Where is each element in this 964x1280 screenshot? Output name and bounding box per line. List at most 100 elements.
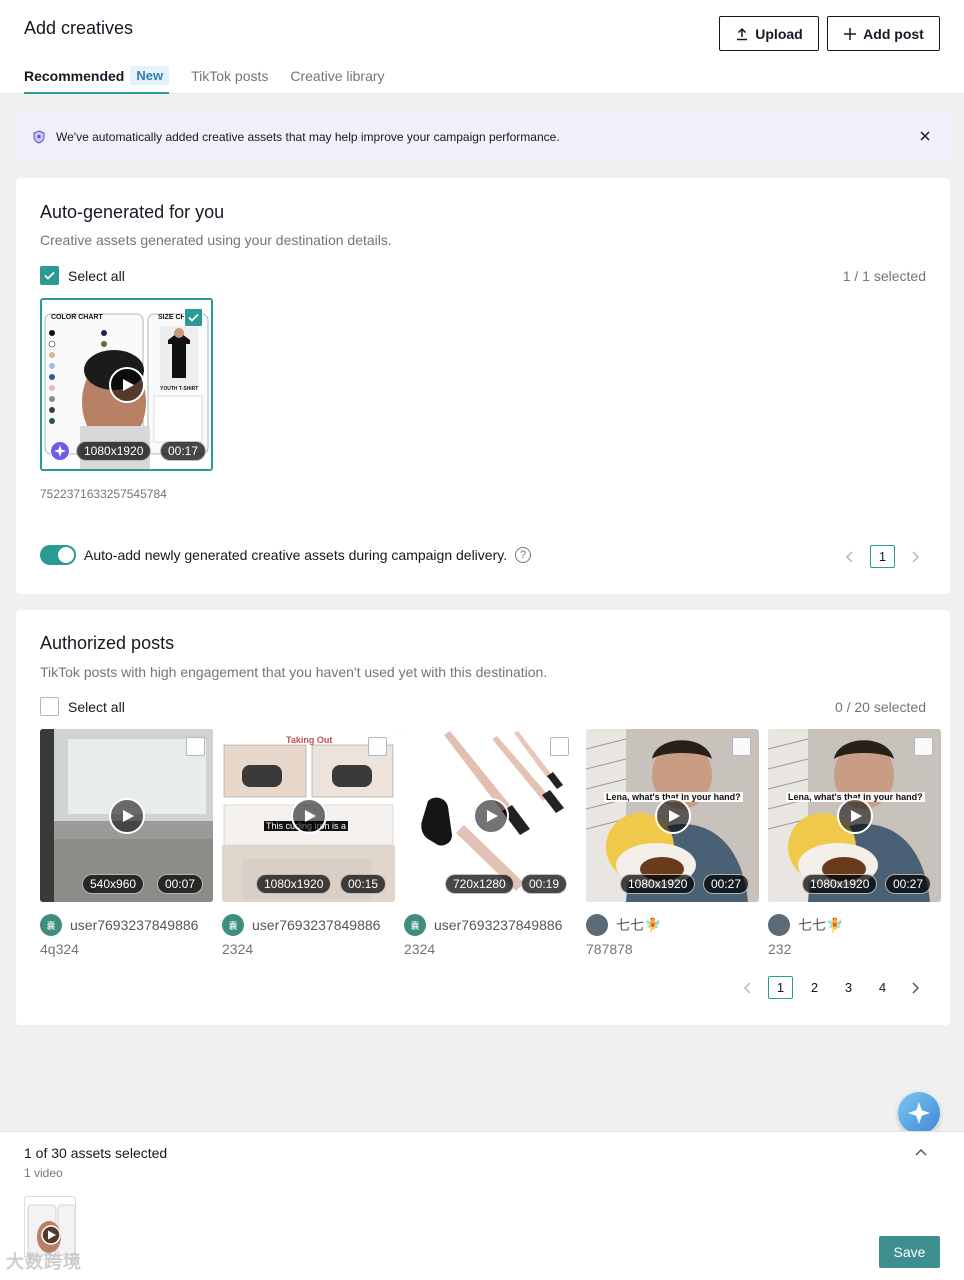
selection-detail: 1 video [24, 1166, 63, 1180]
page-1[interactable]: 1 [768, 976, 793, 999]
auto-add-label: Auto-add newly generated creative assets… [84, 547, 508, 563]
tab-label: Creative library [290, 68, 385, 84]
post-thumbnail[interactable]: Lena, what's that in your hand? 1080x192… [768, 729, 941, 902]
resolution-badge: 1080x1920 [76, 441, 152, 461]
duration-badge: 00:07 [157, 874, 204, 894]
tab-tiktok-posts[interactable]: TikTok posts [191, 62, 268, 94]
post-thumbnail[interactable]: 540x960 00:07 [40, 729, 213, 902]
shield-info-icon [33, 129, 45, 144]
chevron-up-icon[interactable] [914, 1146, 928, 1160]
tab-label: Recommended [24, 68, 125, 84]
page-3[interactable]: 3 [836, 976, 861, 999]
close-icon[interactable] [916, 127, 934, 145]
post-checkbox[interactable] [914, 737, 933, 756]
play-button[interactable] [290, 797, 327, 834]
plus-icon [844, 27, 857, 40]
avatar: 囊 [40, 914, 62, 936]
avatar: 囊 [222, 914, 244, 936]
save-button[interactable]: Save [879, 1236, 940, 1268]
post-author: 七七🧚 [768, 914, 943, 936]
play-button[interactable] [654, 797, 691, 834]
page-2[interactable]: 2 [802, 976, 827, 999]
upload-button[interactable]: Upload [719, 16, 819, 51]
post-meta: 囊 user7693237849886 2324 [222, 914, 397, 957]
post-checkbox[interactable] [550, 737, 569, 756]
auto-generated-card: Auto-generated for you Creative assets g… [16, 178, 950, 594]
author-name: user7693237849886 [252, 917, 381, 933]
avatar [586, 914, 608, 936]
play-icon [123, 378, 134, 391]
select-all-checkbox[interactable]: Select all [40, 266, 125, 285]
play-button[interactable] [108, 797, 145, 834]
select-all-label: Select all [68, 267, 125, 284]
sparkle-icon [50, 441, 70, 461]
upload-label: Upload [755, 25, 803, 42]
post-author: 囊 user7693237849886 [404, 914, 579, 936]
resolution-badge: 1080x1920 [256, 874, 332, 894]
chevron-right-icon[interactable] [904, 977, 926, 999]
checkbox[interactable] [40, 697, 59, 716]
generated-asset-thumbnail[interactable]: COLOR CHART SIZE CH YOUTH T-SHIRT 1080x1… [40, 298, 213, 471]
section-title: Auto-generated for you [40, 202, 225, 222]
duration-badge: 00:17 [160, 441, 207, 461]
resolution-badge: 1080x1920 [802, 874, 878, 894]
tab-creative-library[interactable]: Creative library [290, 62, 384, 94]
section-subtitle: Creative assets generated using your des… [40, 232, 392, 248]
page-number[interactable]: 1 [870, 545, 895, 568]
post-author: 囊 user7693237849886 [40, 914, 215, 936]
post-thumbnail[interactable]: Taking Out This curling iron is a 1080x1… [222, 729, 395, 902]
help-icon[interactable]: ? [515, 547, 532, 563]
auto-add-setting: Auto-add newly generated creative assets… [40, 545, 532, 565]
post-checkbox[interactable] [186, 737, 205, 756]
chevron-right-icon[interactable] [904, 546, 926, 568]
section-title: Authorized posts [40, 633, 175, 653]
asset-checkbox[interactable] [184, 308, 203, 327]
auto-add-toggle[interactable] [40, 545, 76, 565]
upload-icon [737, 27, 748, 40]
post-caption: 787878 [586, 941, 633, 957]
checkmark-icon [188, 313, 199, 322]
resolution-badge: 1080x1920 [620, 874, 696, 894]
section-subtitle: TikTok posts with high engagement that y… [40, 664, 548, 680]
author-name: 七七🧚 [616, 917, 662, 933]
pagination: 1 2 3 4 [737, 976, 926, 999]
play-icon [305, 809, 316, 822]
thumb-text-right-bottom: YOUTH T-SHIRT [160, 386, 199, 392]
resolution-badge: 720x1280 [445, 874, 514, 894]
post-checkbox[interactable] [732, 737, 751, 756]
chevron-left-icon[interactable] [737, 977, 759, 999]
brand-watermark: 大数跨境 [6, 1252, 82, 1272]
new-badge: New [130, 66, 170, 85]
ai-assistant-icon[interactable] [898, 1092, 940, 1134]
post-meta: 囊 user7693237849886 2324 [404, 914, 579, 957]
authorized-posts-card: Authorized posts TikTok posts with high … [16, 610, 950, 1025]
post-thumbnail[interactable]: 720x1280 00:19 [404, 729, 577, 902]
play-button[interactable] [108, 366, 145, 403]
post-meta: 囊 user7693237849886 4q324 [40, 914, 215, 957]
page-4[interactable]: 4 [870, 976, 895, 999]
post-author: 七七🧚 [586, 914, 761, 936]
duration-badge: 00:27 [885, 874, 932, 894]
post-caption: 4q324 [40, 941, 79, 957]
author-name: 七七🧚 [798, 917, 844, 933]
asset-id: 7522371633257545784 [40, 487, 167, 501]
add-post-button[interactable]: Add post [827, 16, 940, 51]
page-title: Add creatives [24, 18, 134, 38]
play-button[interactable] [472, 797, 509, 834]
select-all-checkbox[interactable]: Select all [40, 697, 125, 716]
duration-badge: 00:15 [340, 874, 387, 894]
post-caption: 232 [768, 941, 792, 957]
info-banner: We've automatically added creative asset… [16, 111, 950, 162]
banner-text: We've automatically added creative asset… [56, 129, 560, 144]
tab-recommended[interactable]: Recommended New [24, 62, 170, 94]
post-thumbnail[interactable]: Lena, what's that in your hand? 1080x192… [586, 729, 759, 902]
selected-count: 1 / 1 selected [842, 268, 926, 284]
chevron-left-icon[interactable] [839, 546, 861, 568]
post-meta: 七七🧚 232 [768, 914, 943, 957]
post-checkbox[interactable] [368, 737, 387, 756]
author-name: user7693237849886 [434, 917, 563, 933]
play-button[interactable] [836, 797, 873, 834]
post-author: 囊 user7693237849886 [222, 914, 397, 936]
checkbox[interactable] [40, 266, 59, 285]
avatar: 囊 [404, 914, 426, 936]
